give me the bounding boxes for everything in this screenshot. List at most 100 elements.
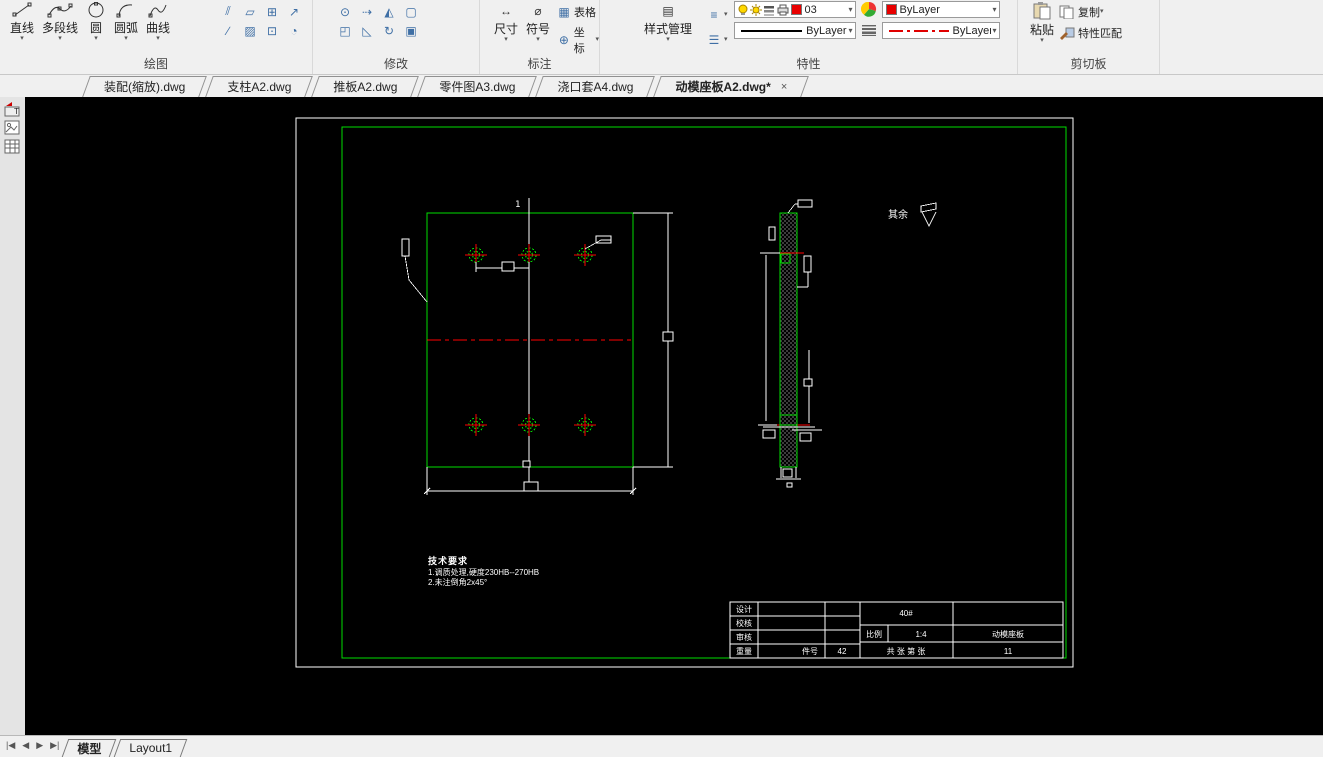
tab-close-icon[interactable]: ×	[781, 81, 787, 93]
tb-partno-value: 42	[838, 647, 847, 656]
lineweight-list-icon[interactable]	[861, 24, 877, 37]
copy-caret-icon: ▾	[1100, 8, 1104, 15]
model-tab[interactable]: 模型	[65, 739, 113, 757]
polyline-caret-icon[interactable]: ▾	[58, 35, 62, 42]
nav-first-icon[interactable]: |◀	[6, 740, 15, 751]
linetype-combo-caret-icon[interactable]: ▾	[849, 26, 853, 35]
tb-material-value: 40#	[899, 609, 913, 618]
nav-last-icon[interactable]: ▶|	[50, 740, 59, 751]
arc-caret-icon[interactable]: ▾	[124, 35, 128, 42]
grid-table-icon[interactable]	[4, 139, 21, 155]
block-icon[interactable]: ⊞	[262, 3, 282, 20]
tb-scale-label: 比例	[866, 629, 882, 639]
stretch-icon[interactable]: ▢	[401, 3, 421, 20]
construction-line-icon[interactable]: ∕	[218, 22, 238, 39]
dimension-caret-icon[interactable]: ▾	[504, 36, 508, 43]
move-icon[interactable]: ◰	[335, 22, 355, 39]
clipboard-panel-label: 剪切板	[1070, 57, 1107, 71]
file-tab-sprue[interactable]: 浇口套A4.dwg	[539, 76, 651, 97]
coordinate-button[interactable]: ⊕ 坐标 ▾	[554, 24, 599, 56]
layer-combo-caret-icon[interactable]: ▾	[849, 5, 853, 14]
linetype-combo[interactable]: ByLayer ▾	[733, 22, 856, 39]
front-view[interactable]: 1	[401, 198, 674, 495]
line-button[interactable]: 直线 ▾	[6, 1, 38, 42]
technical-notes[interactable]: 技术要求 1.调质处理,硬度230HB--270HB 2.未注倒角2x45°	[428, 555, 539, 587]
array-icon[interactable]: ▣	[401, 22, 421, 39]
file-tab-pillar[interactable]: 支柱A2.dwg	[209, 76, 309, 97]
curve-button[interactable]: 曲线 ▾	[142, 1, 174, 42]
region-icon[interactable]: ▱	[240, 3, 260, 20]
linetype2-combo[interactable]: ByLayer ▾	[881, 22, 1000, 39]
file-tab-partdrawing[interactable]: 零件图A3.dwg	[421, 76, 533, 97]
copy-button[interactable]: 复制 ▾	[1058, 4, 1122, 20]
file-tab-moldplate-active[interactable]: 动模座板A2.dwg* ×	[657, 76, 805, 97]
title-block[interactable]: 设计 校核 审核 重量 件号 42 40# 比例 1:4 共 张 第 张 动模座…	[729, 601, 1064, 659]
circle-icon	[88, 2, 104, 18]
paste-caret-icon[interactable]: ▾	[1040, 37, 1044, 44]
drawing-canvas[interactable]: 1 其余 技术要求 1.调质处理,硬度230HB--270HB 2.未注倒角2x…	[25, 97, 1323, 735]
style-manager-caret-icon[interactable]: ▾	[666, 36, 670, 43]
color-combo[interactable]: ByLayer ▾	[881, 1, 1000, 18]
image-frame-icon[interactable]	[4, 120, 21, 136]
rotate-icon[interactable]: ↻	[379, 22, 399, 39]
color-wheel-icon[interactable]	[860, 2, 877, 17]
coordinate-label: 坐标	[573, 27, 585, 55]
match-properties-button[interactable]: 特性匹配	[1058, 25, 1122, 41]
symbol-caret-icon[interactable]: ▾	[536, 36, 540, 43]
insert-block-icon[interactable]: ⊡	[262, 22, 282, 39]
curve-icon	[148, 4, 167, 18]
layer-combo[interactable]: 03 ▾	[733, 1, 856, 18]
nav-next-icon[interactable]: ▶	[36, 740, 43, 751]
polyline-label: 多段线	[42, 21, 79, 35]
style-manager-button[interactable]: ▤ 样式管理 ▾	[640, 1, 696, 44]
dimension-icon: ↔	[500, 3, 512, 18]
linetype2-combo-caret-icon[interactable]: ▾	[993, 26, 997, 35]
circle-caret-icon[interactable]: ▾	[94, 35, 98, 42]
mirror-icon[interactable]: ◭	[379, 3, 399, 20]
linetype-manager-icon: ☰	[708, 32, 720, 47]
layer-lock-icon	[763, 5, 774, 16]
chamfer-icon[interactable]: ◺	[357, 22, 377, 39]
tech-line2-text: 2.未注倒角2x45°	[428, 577, 487, 587]
file-tab-pushplate[interactable]: 推板A2.dwg	[315, 76, 415, 97]
sheet-border[interactable]	[295, 117, 1074, 668]
dimension-button[interactable]: ↔ 尺寸 ▾	[490, 1, 522, 44]
layout1-tab[interactable]: Layout1	[117, 739, 184, 757]
paste-button[interactable]: 粘贴 ▾	[1026, 1, 1058, 44]
status-bar: |◀ ◀ ▶ ▶| 模型 Layout1	[0, 735, 1323, 757]
point-arrow-icon[interactable]: ↗	[284, 3, 304, 20]
table-button[interactable]: ▦ 表格	[554, 3, 599, 20]
offset-icon[interactable]: ⇢	[357, 3, 377, 20]
curve-caret-icon[interactable]: ▾	[156, 35, 160, 42]
arc-icon	[116, 4, 133, 18]
linetype-manager-button[interactable]: ☰ ▾	[704, 31, 728, 48]
lineweight-display-button[interactable]: ≡ ▾	[704, 6, 728, 23]
nav-prev-icon[interactable]: ◀	[22, 740, 29, 751]
gradient-icon[interactable]: ◔	[284, 22, 304, 39]
symbol-label: 符号	[526, 22, 551, 36]
copy-icon	[1059, 5, 1074, 19]
polyline-icon	[47, 3, 73, 18]
linetype-value: ByLayer	[806, 24, 847, 37]
side-view[interactable]	[758, 199, 822, 488]
linetype2-value: ByLayer	[952, 24, 991, 37]
layer-color-swatch	[790, 4, 802, 15]
erase-icon[interactable]: ⊙	[335, 3, 355, 20]
polyline-button[interactable]: 多段线 ▾	[38, 1, 82, 42]
hatch-icon[interactable]: ▨	[240, 22, 260, 39]
line-label: 直线	[10, 21, 35, 35]
file-tab-assembly[interactable]: 装配(缩放).dwg	[86, 76, 203, 97]
surface-roughness-note[interactable]: 其余	[888, 202, 937, 228]
parallel-lines-icon[interactable]: ⫽	[218, 3, 238, 20]
symbol-button[interactable]: ⌀ 符号 ▾	[522, 1, 554, 44]
clipboard-text-icon[interactable]: T	[4, 101, 21, 117]
match-properties-label: 特性匹配	[1078, 28, 1123, 40]
circle-button[interactable]: 圆 ▾	[82, 1, 110, 42]
color-combo-caret-icon[interactable]: ▾	[993, 5, 997, 14]
line-caret-icon[interactable]: ▾	[20, 35, 24, 42]
tech-title-text: 技术要求	[428, 555, 468, 566]
layer-on-bulb-icon	[738, 4, 748, 15]
tech-line1-text: 1.调质处理,硬度230HB--270HB	[428, 567, 539, 577]
coordinate-caret-icon: ▾	[595, 36, 599, 43]
arc-button[interactable]: 圆弧 ▾	[110, 1, 142, 42]
